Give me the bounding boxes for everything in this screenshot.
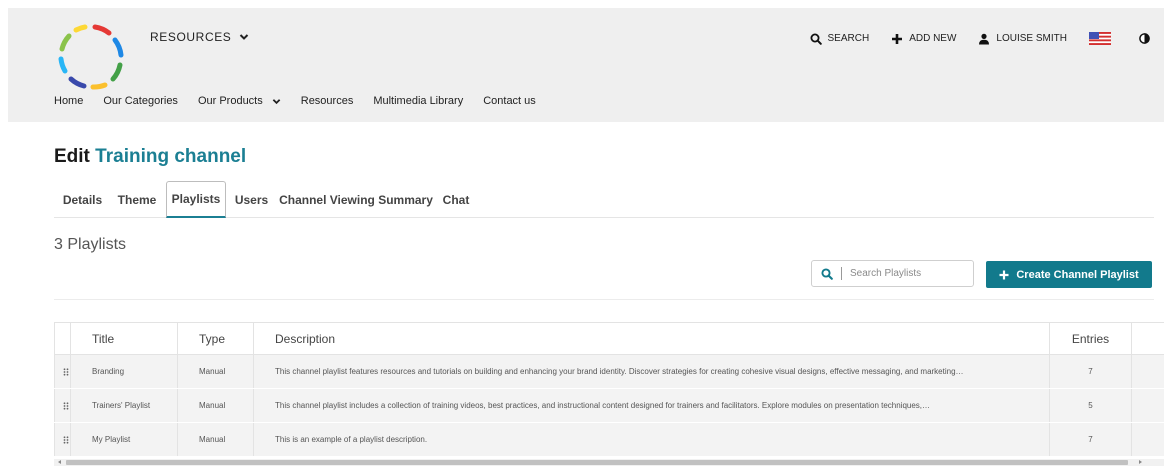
- cell-entries: 5: [1049, 388, 1132, 423]
- tab-label: Users: [234, 192, 269, 207]
- add-new-button[interactable]: ADD NEW: [891, 33, 956, 45]
- nav-item-our-products[interactable]: Our Products: [198, 95, 281, 107]
- tab-label: Details: [62, 192, 103, 207]
- column-header-entries[interactable]: Entries: [1049, 322, 1132, 355]
- resources-menu-label: RESOURCES: [150, 30, 232, 44]
- page-title-prefix: Edit: [54, 146, 90, 167]
- page-title: Edit Training channel: [54, 146, 246, 168]
- create-channel-playlist-button[interactable]: Create Channel Playlist: [986, 261, 1152, 288]
- nav-item-label: Our Categories: [103, 95, 178, 107]
- contrast-icon[interactable]: [1139, 33, 1150, 44]
- tab-users[interactable]: Users: [229, 181, 274, 218]
- cell-extra: [1131, 422, 1164, 457]
- cell-type: Manual: [177, 422, 254, 457]
- cell-description: This is an example of a playlist descrip…: [253, 422, 1050, 457]
- row-drag-handle[interactable]: [54, 422, 71, 457]
- create-button-label: Create Channel Playlist: [1016, 268, 1139, 281]
- tab-theme[interactable]: Theme: [111, 181, 163, 218]
- cell-entries: 7: [1049, 422, 1132, 457]
- cell-type: Manual: [177, 388, 254, 423]
- playlists-table: Title Type Description Entries Branding …: [54, 322, 1164, 457]
- row-drag-handle[interactable]: [54, 354, 71, 389]
- table-row[interactable]: My Playlist Manual This is an example of…: [54, 422, 1164, 457]
- user-icon: [979, 33, 990, 44]
- plus-icon: [892, 33, 903, 44]
- nav-item-label: Our Products: [197, 95, 263, 107]
- column-header-description[interactable]: Description: [253, 322, 1050, 355]
- scrollbar-thumb[interactable]: [66, 460, 1128, 465]
- search-icon: [821, 267, 833, 280]
- chevron-down-icon: [272, 98, 281, 104]
- cell-entries: 7: [1049, 354, 1132, 389]
- search-separator: [841, 267, 842, 280]
- search-label: SEARCH: [827, 33, 870, 44]
- table-row[interactable]: Trainers' Playlist Manual This channel p…: [54, 388, 1164, 423]
- column-header-handle: [54, 322, 71, 355]
- drag-handle-icon: [63, 402, 69, 410]
- playlist-search[interactable]: [811, 260, 974, 287]
- table-header-row: Title Type Description Entries: [54, 322, 1164, 355]
- drag-handle-icon: [63, 436, 69, 444]
- nav-item-label: Multimedia Library: [373, 95, 464, 107]
- column-header-title[interactable]: Title: [70, 322, 178, 355]
- nav-item-home[interactable]: Home: [54, 95, 83, 107]
- scroll-right-arrow[interactable]: [1139, 460, 1142, 464]
- cell-type: Manual: [177, 354, 254, 389]
- cell-title[interactable]: Trainers' Playlist: [70, 388, 178, 423]
- nav-item-label: Resources: [300, 95, 354, 107]
- drag-handle-icon: [63, 368, 69, 376]
- playlist-count: 3 Playlists: [54, 236, 127, 253]
- playlists-table-container: Title Type Description Entries Branding …: [54, 322, 1164, 466]
- channel-tabs: Details Theme Playlists Users Channel Vi…: [54, 181, 1154, 218]
- nav-item-our-categories[interactable]: Our Categories: [103, 95, 178, 107]
- topbar: SEARCH ADD NEW LOUISE SMITH: [788, 32, 1164, 45]
- tab-label: Chat: [442, 192, 470, 207]
- nav-item-label: Home: [54, 95, 84, 107]
- horizontal-scrollbar[interactable]: [54, 459, 1164, 466]
- nav-item-multimedia-library[interactable]: Multimedia Library: [373, 95, 463, 107]
- row-drag-handle[interactable]: [54, 388, 71, 423]
- nav-item-label: Contact us: [483, 95, 536, 107]
- cell-title[interactable]: My Playlist: [70, 422, 178, 457]
- search-button[interactable]: SEARCH: [810, 33, 870, 45]
- add-new-label: ADD NEW: [909, 33, 957, 44]
- user-menu[interactable]: LOUISE SMITH: [978, 33, 1067, 45]
- cell-extra: [1131, 354, 1164, 389]
- search-input[interactable]: [850, 268, 960, 279]
- cell-extra: [1131, 388, 1164, 423]
- plus-icon: [999, 270, 1009, 279]
- cell-description: This channel playlist features resources…: [253, 354, 1050, 389]
- nav-item-contact-us[interactable]: Contact us: [483, 95, 536, 107]
- tab-label: Theme: [117, 192, 157, 207]
- tab-label: Playlists: [171, 192, 221, 206]
- column-header-extra: [1131, 322, 1164, 355]
- resources-menu[interactable]: RESOURCES: [150, 30, 249, 44]
- tab-chat[interactable]: Chat: [436, 181, 476, 218]
- nav-item-resources[interactable]: Resources: [301, 95, 354, 107]
- channel-name: Training channel: [95, 146, 247, 167]
- search-icon: [810, 33, 822, 45]
- us-flag-icon[interactable]: [1089, 32, 1111, 45]
- cell-description: This channel playlist includes a collect…: [253, 388, 1050, 423]
- main-nav: Home Our Categories Our Products Resourc…: [54, 95, 556, 107]
- tab-details[interactable]: Details: [54, 181, 111, 218]
- cell-title[interactable]: Branding: [70, 354, 178, 389]
- table-row[interactable]: Branding Manual This channel playlist fe…: [54, 354, 1164, 389]
- chevron-down-icon: [240, 34, 249, 40]
- column-header-type[interactable]: Type: [177, 322, 254, 355]
- site-header: RESOURCES SEARCH ADD NEW LOUISE SMITH Ho…: [8, 8, 1164, 122]
- tab-label: Channel Viewing Summary: [279, 192, 433, 207]
- site-logo[interactable]: [51, 17, 131, 97]
- scroll-left-arrow[interactable]: [58, 460, 61, 464]
- user-name: LOUISE SMITH: [996, 33, 1067, 44]
- tab-channel-viewing-summary[interactable]: Channel Viewing Summary: [278, 181, 434, 218]
- section-divider: [54, 299, 1154, 300]
- tab-playlists[interactable]: Playlists: [166, 181, 226, 218]
